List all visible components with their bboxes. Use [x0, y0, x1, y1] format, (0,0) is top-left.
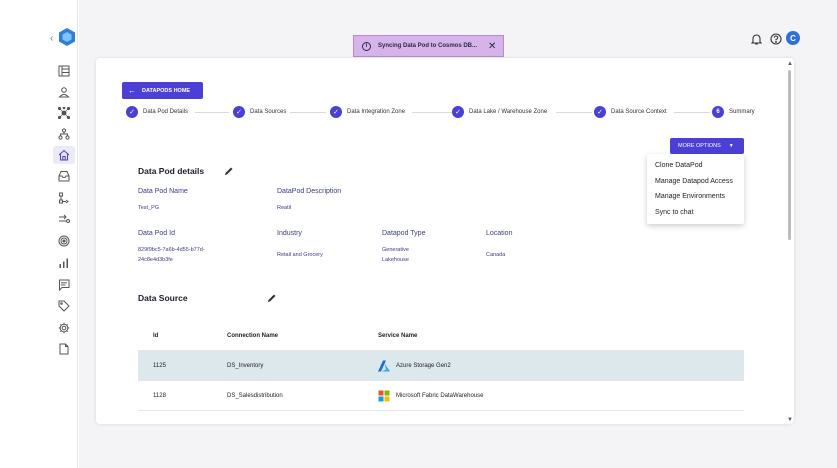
file-icon[interactable] [57, 342, 71, 356]
step-label: Data Lake / Warehouse Zone [469, 109, 548, 115]
home-button-label: DATAPODS HOME [142, 87, 191, 94]
step-label: Data Sources [250, 109, 287, 115]
stepper-connector [674, 112, 710, 113]
sync-toast: i Syncing Data Pod to Cosmos DB... ✕ [353, 35, 504, 57]
inbox-icon[interactable] [57, 169, 71, 183]
app-logo-icon[interactable] [59, 28, 75, 46]
more-options-label: MORE OPTIONS [678, 143, 721, 149]
user-icon[interactable] [57, 85, 71, 99]
tag-icon[interactable] [57, 299, 71, 313]
description-label: DataPod Description [277, 188, 342, 195]
hierarchy-icon[interactable] [57, 127, 71, 141]
back-arrow-icon: ← [128, 86, 136, 95]
check-icon: ✓ [594, 106, 606, 118]
microsoft-icon [378, 390, 390, 401]
menu-item-sync-to-chat[interactable]: Sync to chat [647, 205, 744, 221]
step-data-integration-zone[interactable]: ✓ Data Integration Zone [330, 106, 405, 118]
id-value-line2: 24c8e4d3b3fe [138, 257, 173, 263]
service-name: Azure Storage Gen2 [396, 362, 451, 369]
transform-icon[interactable] [57, 212, 71, 226]
stepper-connector [290, 112, 326, 113]
step-label: Data Source Context [611, 109, 667, 115]
name-value: Test_PG [138, 205, 160, 211]
step-data-pod-details[interactable]: ✓ Data Pod Details [126, 106, 188, 118]
column-header-service[interactable]: Service Name [378, 333, 744, 339]
sidebar: ‹ [0, 0, 78, 468]
menu-item-manage-environments[interactable]: Manage Environments [647, 189, 744, 205]
cell-connection: DS_Inventory [227, 362, 264, 369]
network-icon[interactable] [57, 106, 71, 120]
step-label: Summary [729, 109, 755, 115]
data-source-table: Id Connection Name Service Name 1125 DS_… [138, 321, 744, 411]
step-label: Data Integration Zone [347, 109, 406, 115]
step-data-lake-warehouse-zone[interactable]: ✓ Data Lake / Warehouse Zone [452, 106, 547, 118]
collapse-sidebar-button[interactable]: ‹ [50, 33, 53, 44]
scroll-up-icon[interactable]: ▲ [787, 61, 793, 67]
table-row[interactable]: 1125 DS_Inventory Azure Storage Gen2 [138, 351, 744, 381]
type-label: Datapod Type [382, 230, 426, 237]
step-number: 6 [712, 106, 724, 118]
cell-id: 1128 [153, 392, 166, 399]
stepper-connector [195, 112, 229, 113]
name-label: Data Pod Name [138, 188, 188, 195]
home-icon[interactable] [53, 146, 75, 164]
check-icon: ✓ [126, 106, 138, 118]
cell-id: 1125 [153, 362, 166, 369]
azure-icon [378, 360, 390, 371]
caret-down-icon: ▼ [728, 143, 734, 149]
more-options-button[interactable]: MORE OPTIONS ▼ [670, 138, 744, 154]
description-value: Reatil [277, 205, 292, 211]
info-icon: i [362, 41, 371, 51]
column-header-id[interactable]: Id [138, 333, 212, 339]
table-row[interactable]: 1128 DS_Salesdistribution Microsoft Fabr… [138, 381, 744, 411]
type-value-line2: Lakehouse [382, 257, 409, 263]
step-label: Data Pod Details [143, 109, 189, 115]
more-options-menu: Clone DataPod Manage Datapod Access Mana… [647, 154, 744, 224]
avatar[interactable]: C [786, 31, 800, 45]
bell-icon[interactable] [751, 32, 762, 46]
location-label: Location [486, 230, 513, 237]
chat-icon[interactable] [57, 278, 71, 292]
datapods-home-button[interactable]: ← DATAPODS HOME [122, 82, 203, 99]
check-icon: ✓ [233, 106, 245, 118]
edit-details-icon[interactable] [224, 166, 234, 176]
close-toast-button[interactable]: ✕ [488, 41, 496, 52]
cell-connection: DS_Salesdistribution [227, 392, 283, 399]
edit-data-source-icon[interactable] [267, 293, 277, 303]
toast-message: Syncing Data Pod to Cosmos DB... [378, 43, 478, 49]
id-value-line1: 829f9bc5-7a6b-4d55-b77d- [138, 247, 205, 253]
industry-label: Industry [277, 230, 302, 237]
step-data-source-context[interactable]: ✓ Data Source Context [594, 106, 667, 118]
help-icon[interactable] [770, 32, 782, 46]
cell-service: Azure Storage Gen2 [378, 360, 744, 372]
target-icon[interactable] [57, 234, 71, 248]
scroll-down-icon[interactable]: ▼ [787, 417, 793, 423]
location-value: Canada [486, 252, 506, 258]
bar-chart-icon[interactable] [57, 256, 71, 270]
flow-icon[interactable] [57, 191, 71, 205]
step-data-sources[interactable]: ✓ Data Sources [233, 106, 286, 118]
cell-service: Microsoft Fabric DataWarehouse [378, 390, 744, 402]
menu-item-manage-access[interactable]: Manage Datapod Access [647, 174, 744, 190]
id-label: Data Pod Id [138, 230, 175, 237]
industry-value: Retail and Grocery [277, 252, 323, 258]
service-name: Microsoft Fabric DataWarehouse [396, 392, 484, 399]
datapods-icon[interactable] [57, 64, 71, 78]
menu-item-clone-datapod[interactable]: Clone DataPod [647, 158, 744, 174]
table-header: Id Connection Name Service Name [138, 321, 744, 351]
data-source-title: Data Source [138, 293, 188, 303]
check-icon: ✓ [330, 106, 342, 118]
step-summary[interactable]: 6 Summary [712, 106, 755, 118]
scrollbar-thumb[interactable] [788, 70, 791, 240]
stepper-connector [412, 112, 452, 113]
type-value-line1: Generative [382, 247, 409, 253]
settings-icon[interactable] [57, 321, 71, 335]
column-header-connection[interactable]: Connection Name [212, 333, 378, 339]
details-title: Data Pod details [138, 166, 205, 176]
check-icon: ✓ [452, 106, 464, 118]
stepper-connector [556, 112, 592, 113]
